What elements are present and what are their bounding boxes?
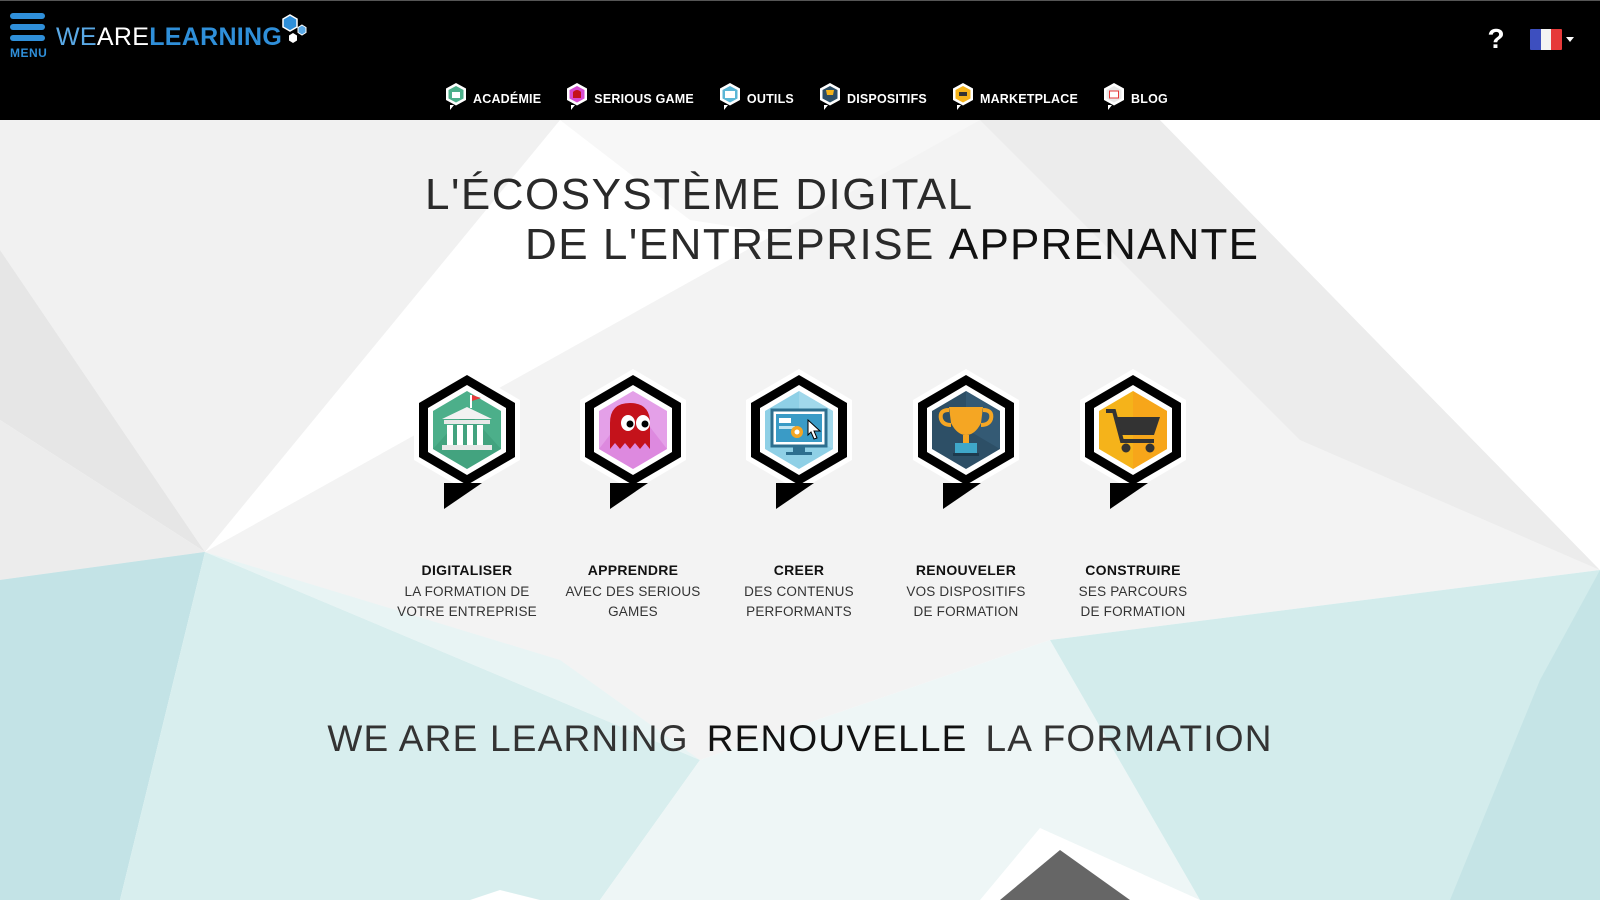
feature-desc-line1: SES PARCOURS xyxy=(1078,584,1188,599)
top-header: MENU WE ARE LEARNING ? ACADÉMIE SERIOUS … xyxy=(0,0,1600,120)
trophy-icon xyxy=(819,83,840,110)
hamburger-icon-bar xyxy=(10,24,45,30)
feature-title: RENOUVELER xyxy=(915,562,1017,578)
main-nav: ACADÉMIE SERIOUS GAME OUTILS DISPOSITIFS… xyxy=(443,80,1191,114)
logo-text-are: ARE xyxy=(96,22,150,51)
hero-line2-text: DE L'ENTREPRISE xyxy=(525,220,935,269)
help-button[interactable]: ? xyxy=(1484,23,1508,55)
tagline-part1: WE ARE LEARNING xyxy=(327,718,689,759)
logo-text-we: WE xyxy=(56,22,97,51)
hero-headline: L'ÉCOSYSTÈME DIGITAL DE L'ENTREPRISE APPR… xyxy=(0,170,1600,280)
nav-label: OUTILS xyxy=(746,92,794,106)
cart-icon xyxy=(952,83,973,110)
feature-apprendre[interactable]: APPRENDRE AVEC DES SERIOUS GAMES xyxy=(558,365,708,622)
nav-item-academie[interactable]: ACADÉMIE xyxy=(443,81,541,113)
logo-hexagons-icon xyxy=(282,14,307,43)
france-flag-icon xyxy=(1530,28,1562,50)
ghost-icon xyxy=(567,83,588,110)
feature-title: DIGITALISER xyxy=(421,562,513,578)
feature-digitaliser[interactable]: DIGITALISER LA FORMATION DE VOTRE ENTREP… xyxy=(392,365,542,622)
menu-button[interactable]: MENU xyxy=(10,13,48,69)
feature-desc-line1: DES CONTENUS xyxy=(744,584,854,599)
feature-title: APPRENDRE xyxy=(587,562,679,578)
ghost-icon xyxy=(580,369,686,509)
hero-line1: L'ÉCOSYSTÈME DIGITAL xyxy=(425,170,974,219)
menu-label: MENU xyxy=(10,46,48,60)
logo[interactable]: WE ARE LEARNING xyxy=(56,14,308,57)
hamburger-icon-bar xyxy=(10,35,45,41)
feature-desc-line2: DE FORMATION xyxy=(1080,604,1186,619)
nav-item-dispositifs[interactable]: DISPOSITIFS xyxy=(817,81,927,113)
language-selector[interactable] xyxy=(1530,27,1580,51)
nav-label: ACADÉMIE xyxy=(473,92,542,106)
feature-desc-line2: DE FORMATION xyxy=(913,604,1019,619)
hero-line2-emphasis: APPRENANTE xyxy=(948,220,1260,269)
screen-icon xyxy=(719,83,740,110)
trophy-icon xyxy=(913,369,1019,509)
academy-building-icon xyxy=(414,369,520,509)
feature-title: CREER xyxy=(773,562,825,578)
feature-description: AVEC DES SERIOUS GAMES xyxy=(558,582,708,622)
academy-icon xyxy=(446,83,466,110)
feature-description: LA FORMATION DE VOTRE ENTREPRISE xyxy=(392,582,542,622)
nav-label: SERIOUS GAME xyxy=(594,92,694,106)
logo-text-learning: LEARNING xyxy=(149,22,283,51)
feature-desc-line2: VOTRE ENTREPRISE xyxy=(397,604,537,619)
feature-desc-line1: VOS DISPOSITIFS xyxy=(906,584,1026,599)
feature-renouveler[interactable]: RENOUVELER VOS DISPOSITIFS DE FORMATION xyxy=(891,365,1041,622)
nav-label: DISPOSITIFS xyxy=(846,92,927,106)
hero-line2: DE L'ENTREPRISE APPRENANTE xyxy=(525,220,1259,270)
hamburger-icon xyxy=(10,13,45,19)
feature-desc-line2: PERFORMANTS xyxy=(746,604,852,619)
feature-creer[interactable]: CREER DES CONTENUS PERFORMANTS xyxy=(724,365,874,622)
nav-label: BLOG xyxy=(1131,92,1168,106)
nav-item-marketplace[interactable]: MARKETPLACE xyxy=(950,81,1078,113)
feature-description: DES CONTENUS PERFORMANTS xyxy=(724,582,874,622)
feature-desc-line2: GAMES xyxy=(608,604,658,619)
feature-desc-line1: AVEC DES SERIOUS xyxy=(565,584,701,599)
feature-description: VOS DISPOSITIFS DE FORMATION xyxy=(891,582,1041,622)
feature-description: SES PARCOURS DE FORMATION xyxy=(1058,582,1208,622)
nav-item-blog[interactable]: BLOG xyxy=(1101,81,1168,113)
nav-label: MARKETPLACE xyxy=(979,92,1079,106)
blog-icon xyxy=(1104,83,1125,110)
tagline-part3: LA FORMATION xyxy=(985,718,1273,759)
tagline: WE ARE LEARNING RENOUVELLE LA FORMATION xyxy=(0,718,1600,760)
tagline-emphasis: RENOUVELLE xyxy=(706,718,968,759)
nav-item-outils[interactable]: OUTILS xyxy=(717,81,794,113)
feature-desc-line1: LA FORMATION DE xyxy=(404,584,530,599)
nav-item-serious-game[interactable]: SERIOUS GAME xyxy=(564,81,694,113)
feature-construire[interactable]: CONSTRUIRE SES PARCOURS DE FORMATION xyxy=(1058,365,1208,622)
shopping-cart-icon xyxy=(1080,369,1186,509)
chevron-down-icon xyxy=(1566,36,1574,42)
feature-title: CONSTRUIRE xyxy=(1085,562,1181,578)
computer-screen-icon xyxy=(746,369,852,509)
